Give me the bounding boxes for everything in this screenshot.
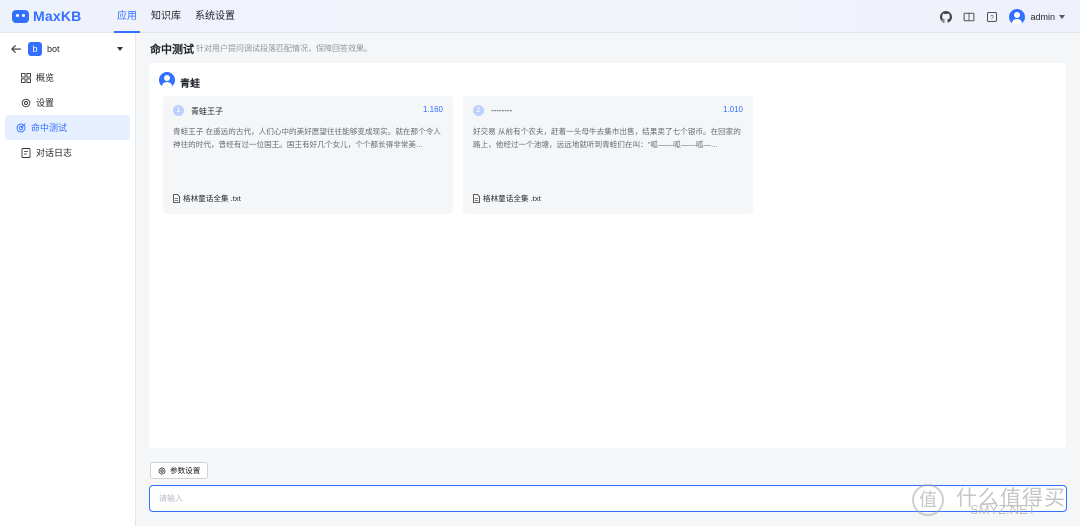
gear-icon <box>21 98 31 108</box>
sidebar: b bot 概览 设置 命中测试 对话日志 <box>0 33 136 526</box>
result-title: 青蛙王子 <box>191 107 223 116</box>
user-avatar[interactable] <box>1009 8 1026 25</box>
grid-icon <box>21 72 31 83</box>
source-filename: 格林童话全集 .txt <box>483 194 541 203</box>
nav-applications[interactable]: 应用 <box>110 0 144 33</box>
result-content: 好交易 从前有个农夫，赶着一头母牛去集市出售，结果卖了七个银币。在回家的路上，他… <box>473 127 741 149</box>
file-icon <box>473 194 480 203</box>
hit-test-result-panel: 青蛙 1 青蛙王子 1.160 青蛙王子 在遥远的古代，人们心中的美好愿望往往能… <box>149 63 1066 448</box>
result-content: 青蛙王子 在遥远的古代，人们心中的美好愿望往往能够变成现实。就在那个令人神往的时… <box>173 127 441 149</box>
chevron-down-icon[interactable] <box>1059 14 1065 19</box>
sidebar-menu: 概览 设置 命中测试 对话日志 <box>0 65 135 165</box>
page-description: 针对用户提问调试段落匹配情况，保障回答效果。 <box>196 44 372 53</box>
top-right-tools: ? admin <box>929 0 1065 33</box>
similarity-score: 1.160 <box>422 105 443 114</box>
gear-icon <box>158 467 166 475</box>
query-text: 青蛙 <box>180 79 200 90</box>
user-avatar <box>159 72 175 88</box>
page-title: 命中测试 <box>150 44 194 56</box>
app-selector[interactable]: b bot <box>0 35 135 63</box>
top-bar: MaxKB 应用 知识库 系统设置 ? admin <box>0 0 1080 33</box>
logo[interactable]: MaxKB <box>12 8 110 24</box>
main-nav: 应用 知识库 系统设置 <box>110 0 242 33</box>
watermark-logo: 值 <box>912 484 944 516</box>
sidebar-item-overview[interactable]: 概览 <box>5 65 130 90</box>
source-filename: 格林童话全集 .txt <box>183 194 241 203</box>
sidebar-item-label: 设置 <box>36 98 55 108</box>
file-icon <box>173 194 180 203</box>
help-icon[interactable]: ? <box>986 11 998 23</box>
brand-name: MaxKB <box>33 8 82 24</box>
user-name[interactable]: admin <box>1030 12 1055 22</box>
sidebar-item-chat-log[interactable]: 对话日志 <box>5 140 130 165</box>
sidebar-item-label: 命中测试 <box>31 123 68 133</box>
result-source: 格林童话全集 .txt <box>473 193 541 204</box>
sidebar-item-label: 对话日志 <box>36 148 73 158</box>
params-settings-label: 参数设置 <box>170 466 201 475</box>
sidebar-item-settings[interactable]: 设置 <box>5 90 130 115</box>
params-settings-button[interactable]: 参数设置 <box>150 462 209 479</box>
nav-knowledge-base[interactable]: 知识库 <box>144 0 188 33</box>
similarity-score: 1.010 <box>722 105 743 114</box>
app-badge: b <box>28 42 42 56</box>
maxkb-logo-icon <box>12 9 29 23</box>
sidebar-item-label: 概览 <box>36 73 55 83</box>
result-card[interactable]: 1 青蛙王子 1.160 青蛙王子 在遥远的古代，人们心中的美好愿望往往能够变成… <box>163 96 453 214</box>
rank-badge: 1 <box>173 105 184 116</box>
back-arrow-icon[interactable] <box>10 43 22 55</box>
svg-text:?: ? <box>991 14 995 21</box>
result-source: 格林童话全集 .txt <box>173 193 241 204</box>
watermark-subtext: SMYZ.NET <box>970 502 1036 517</box>
github-icon[interactable] <box>940 10 953 23</box>
sidebar-item-hit-test[interactable]: 命中测试 <box>5 115 130 140</box>
rank-badge: 2 <box>473 105 484 116</box>
result-card[interactable]: 2 -------- 1.010 好交易 从前有个农夫，赶着一头母牛去集市出售，… <box>463 96 753 214</box>
book-icon[interactable] <box>963 11 975 23</box>
nav-system-settings[interactable]: 系统设置 <box>188 0 242 33</box>
result-title: -------- <box>491 106 513 115</box>
site-watermark: 值 什么值得买 SMYZ.NET <box>912 482 1072 522</box>
document-icon <box>21 147 31 158</box>
chevron-down-icon[interactable] <box>117 47 123 51</box>
app-name[interactable]: bot <box>47 44 117 54</box>
target-icon <box>16 122 26 133</box>
